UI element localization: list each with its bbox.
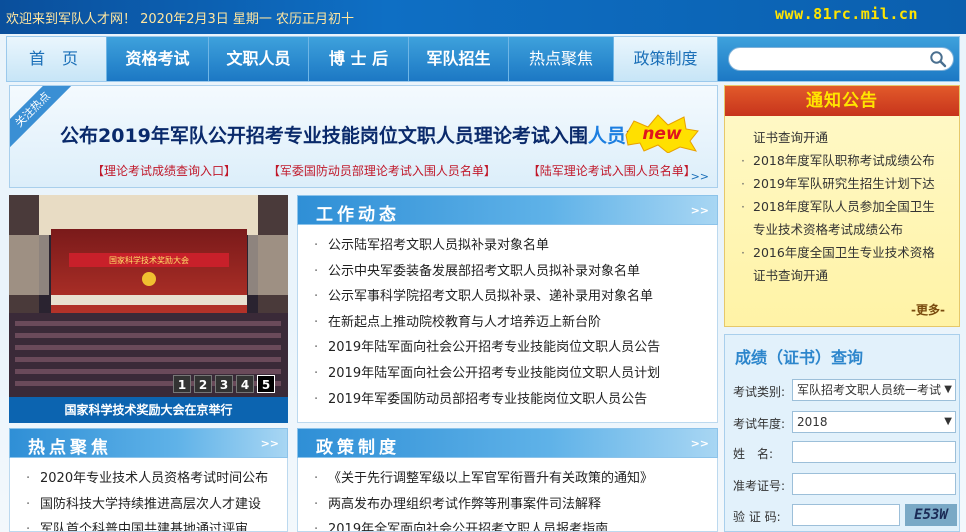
headline-banner: 关注热点 公布2019年军队公开招考专业技能岗位文职人员理论考试入围人员名单 n… (9, 85, 718, 188)
link-mobilization-list[interactable]: 【军委国防动员部理论考试入围人员名单】 (268, 164, 496, 178)
captcha-label: 验 证 码: (733, 510, 781, 524)
search-icon[interactable] (929, 50, 947, 68)
policy-title: 政策制度 (316, 438, 400, 458)
pager-button[interactable]: 2 (194, 375, 212, 393)
list-item[interactable]: 2019年军委国防动员部招考专业技能岗位文职人员公告 (312, 387, 717, 413)
photo-caption[interactable]: 国家科学技术奖励大会在京举行 (9, 397, 288, 423)
chevron-down-icon: ▼ (944, 416, 952, 427)
banner-links: 【理论考试成绩查询入口】 【军委国防动员部理论考试入围人员名单】 【陆军理论考试… (92, 162, 717, 179)
notice-title: 通知公告 (725, 86, 959, 116)
work-news-panel: 公示陆军招考文职人员拟补录对象名单 公示中央军委装备发展部招考文职人员拟补录对象… (297, 225, 718, 423)
score-query-panel: 成绩（证书）查询 考试类别: 军队招考文职人员统一考试 ▼ 考试年度: 2018… (724, 334, 960, 532)
link-score-query[interactable]: 【理论考试成绩查询入口】 (92, 164, 236, 178)
nav-postdoc[interactable]: 博 士 后 (309, 37, 409, 81)
list-item[interactable]: 2019年陆军面向社会公开招考专业技能岗位文职人员公告 (312, 335, 717, 361)
list-item[interactable]: 公示军事科学院招考文职人员拟补录、递补录用对象名单 (312, 284, 717, 310)
notice-item[interactable]: 证书查询开通 (739, 126, 945, 149)
hot-topics-title: 热点聚焦 (28, 438, 112, 458)
nav-hot-topics[interactable]: 热点聚焦 (509, 37, 614, 81)
hot-topics-more-link[interactable]: >> (261, 437, 279, 450)
notice-more-link[interactable]: -更多- (911, 301, 945, 318)
list-item[interactable]: 两高发布办理组织考试作弊等刑事案件司法解释 (312, 492, 717, 518)
hot-topics-panel: 2020年专业技术人员资格考试时间公布 国防科技大学持续推进高层次人才建设 军队… (9, 458, 288, 532)
site-url[interactable]: www.81rc.mil.cn (775, 5, 918, 23)
banner-more-link[interactable]: >> (691, 170, 709, 183)
policy-list: 《关于先行调整军级以上军官军衔晋升有关政策的通知》 两高发布办理组织考试作弊等刑… (298, 458, 717, 531)
policy-more-link[interactable]: >> (691, 437, 709, 450)
list-item[interactable]: 2020年专业技术人员资格考试时间公布 (24, 466, 287, 492)
policy-panel: 《关于先行调整军级以上军官军衔晋升有关政策的通知》 两高发布办理组织考试作弊等刑… (297, 458, 718, 532)
exam-type-label: 考试类别: (733, 385, 786, 399)
name-input[interactable] (792, 441, 956, 463)
list-item[interactable]: 在新起点上推动院校教育与人才培养迈上新台阶 (312, 310, 717, 336)
top-bar: 欢迎来到军队人才网！ 2020年2月3日 星期一 农历正月初十 www.81rc… (0, 0, 966, 34)
exam-year-value: 2018 (797, 415, 828, 429)
hall-banner-text: 国家科学技术奖励大会 (109, 255, 189, 265)
exam-type-value: 军队招考文职人员统一考试 (797, 383, 942, 397)
list-item[interactable]: 2019年陆军面向社会公开招考专业技能岗位文职人员计划 (312, 361, 717, 387)
nav-policy[interactable]: 政策制度 (614, 37, 718, 81)
ticket-label: 准考证号: (733, 479, 786, 493)
link-army-list[interactable]: 【陆军理论考试入围人员名单】 (528, 164, 696, 178)
list-item[interactable]: 公示中央军委装备发展部招考文职人员拟补录对象名单 (312, 259, 717, 285)
notice-item[interactable]: 2018年度军队人员参加全国卫生专业技术资格考试成绩公布 (739, 195, 945, 241)
exam-year-select[interactable]: 2018 ▼ (792, 411, 956, 433)
pager-button[interactable]: 1 (173, 375, 191, 393)
headline-link[interactable]: 公布2019年军队公开招考专业技能岗位文职人员理论考试入围人员名单 (60, 121, 664, 148)
score-query-title: 成绩（证书）查询 (735, 348, 864, 367)
list-item[interactable]: 国防科技大学持续推进高层次人才建设 (24, 492, 287, 518)
notice-list: 证书查询开通 2018年度军队职称考试成绩公布 2019年军队研究生招生计划下达… (725, 116, 959, 287)
list-item[interactable]: 2019年全军面向社会公开招考文职人员报考指南 (312, 517, 717, 531)
hot-topics-list: 2020年专业技术人员资格考试时间公布 国防科技大学持续推进高层次人才建设 军队… (10, 458, 287, 531)
nav-home[interactable]: 首 页 (7, 37, 107, 81)
nav-qualification-exam[interactable]: 资格考试 (107, 37, 209, 81)
notice-item[interactable]: 2016年度全国卫生专业技术资格证书查询开通 (739, 241, 945, 287)
notice-board: 通知公告 证书查询开通 2018年度军队职称考试成绩公布 2019年军队研究生招… (724, 85, 960, 327)
name-label: 姓 名: (733, 447, 774, 461)
search-box (728, 47, 954, 71)
notice-item[interactable]: 2018年度军队职称考试成绩公布 (739, 149, 945, 172)
nav-civilian-staff[interactable]: 文职人员 (209, 37, 309, 81)
captcha-image[interactable]: E53W (905, 504, 957, 526)
nav-military-enrollment[interactable]: 军队招生 (409, 37, 509, 81)
work-news-header: 工作动态 >> (297, 195, 718, 225)
headline-text: 公布2019年军队公开招考专业技能岗位文职人员理论考试入围 (60, 125, 588, 147)
pager-button[interactable]: 4 (236, 375, 254, 393)
work-news-title: 工作动态 (316, 205, 400, 225)
list-item[interactable]: 公示陆军招考文职人员拟补录对象名单 (312, 233, 717, 259)
work-news-more-link[interactable]: >> (691, 204, 709, 217)
list-item[interactable]: 军队首个科普中国共建基地通过评审 (24, 517, 287, 531)
new-badge: new (625, 114, 699, 153)
conference-hall-image: 国家科学技术奖励大会 (9, 195, 288, 397)
headline-highlight: 人员 (587, 125, 626, 147)
new-badge-text: new (642, 124, 682, 144)
policy-header: 政策制度 >> (297, 428, 718, 458)
hot-topics-header: 热点聚焦 >> (9, 428, 288, 458)
pager-button-active[interactable]: 5 (257, 375, 275, 393)
chevron-down-icon: ▼ (944, 384, 952, 395)
pager-button[interactable]: 3 (215, 375, 233, 393)
exam-type-select[interactable]: 军队招考文职人员统一考试 ▼ (792, 379, 956, 401)
news-photo-slideshow[interactable]: 国家科学技术奖励大会 1 2 3 4 5 国家科学技术奖励大会在京举行 (9, 195, 288, 423)
list-item[interactable]: 《关于先行调整军级以上军官军衔晋升有关政策的通知》 (312, 466, 717, 492)
work-news-list: 公示陆军招考文职人员拟补录对象名单 公示中央军委装备发展部招考文职人员拟补录对象… (298, 225, 717, 412)
slideshow-pager: 1 2 3 4 5 (173, 375, 275, 393)
notice-item[interactable]: 2019年军队研究生招生计划下达 (739, 172, 945, 195)
welcome-text: 欢迎来到军队人才网！ 2020年2月3日 星期一 农历正月初十 (6, 12, 355, 27)
ticket-number-input[interactable] (792, 473, 956, 495)
search-input[interactable] (739, 48, 929, 70)
captcha-input[interactable] (792, 504, 900, 526)
exam-year-label: 考试年度: (733, 417, 786, 431)
